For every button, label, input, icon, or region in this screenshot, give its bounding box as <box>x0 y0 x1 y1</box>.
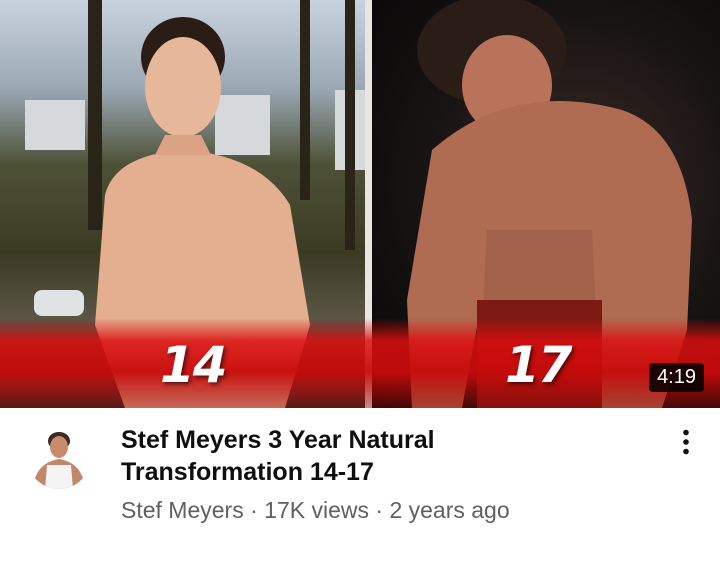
video-thumbnail[interactable]: 14 17 4:19 <box>0 0 720 408</box>
more-options-button[interactable] <box>668 424 704 460</box>
background-house <box>25 100 85 150</box>
red-brush-band <box>0 318 720 408</box>
video-title[interactable]: Stef Meyers 3 Year Natural Transformatio… <box>121 424 641 488</box>
channel-avatar[interactable] <box>27 425 91 489</box>
duration-badge: 4:19 <box>649 363 704 392</box>
avatar-icon <box>27 425 91 489</box>
meta-separator: · <box>243 497 265 523</box>
video-card[interactable]: 14 17 4:19 Stef Meyers 3 Year Natural Tr… <box>0 0 720 568</box>
snow-patch <box>34 290 84 316</box>
upload-age: 2 years ago <box>389 497 510 523</box>
video-title-line1: Stef Meyers 3 Year Natural <box>121 426 435 454</box>
channel-name[interactable]: Stef Meyers <box>121 497 244 523</box>
video-meta: Stef Meyers · 17K views · 2 years ago <box>121 497 510 524</box>
meta-separator: · <box>369 497 390 523</box>
video-title-line2: Transformation 14-17 <box>121 458 374 486</box>
age-label-right: 17 <box>505 336 573 394</box>
tree-trunk <box>345 0 355 250</box>
view-count: 17K views <box>264 497 369 523</box>
more-vert-icon <box>683 429 689 455</box>
age-label-left: 14 <box>160 336 228 394</box>
